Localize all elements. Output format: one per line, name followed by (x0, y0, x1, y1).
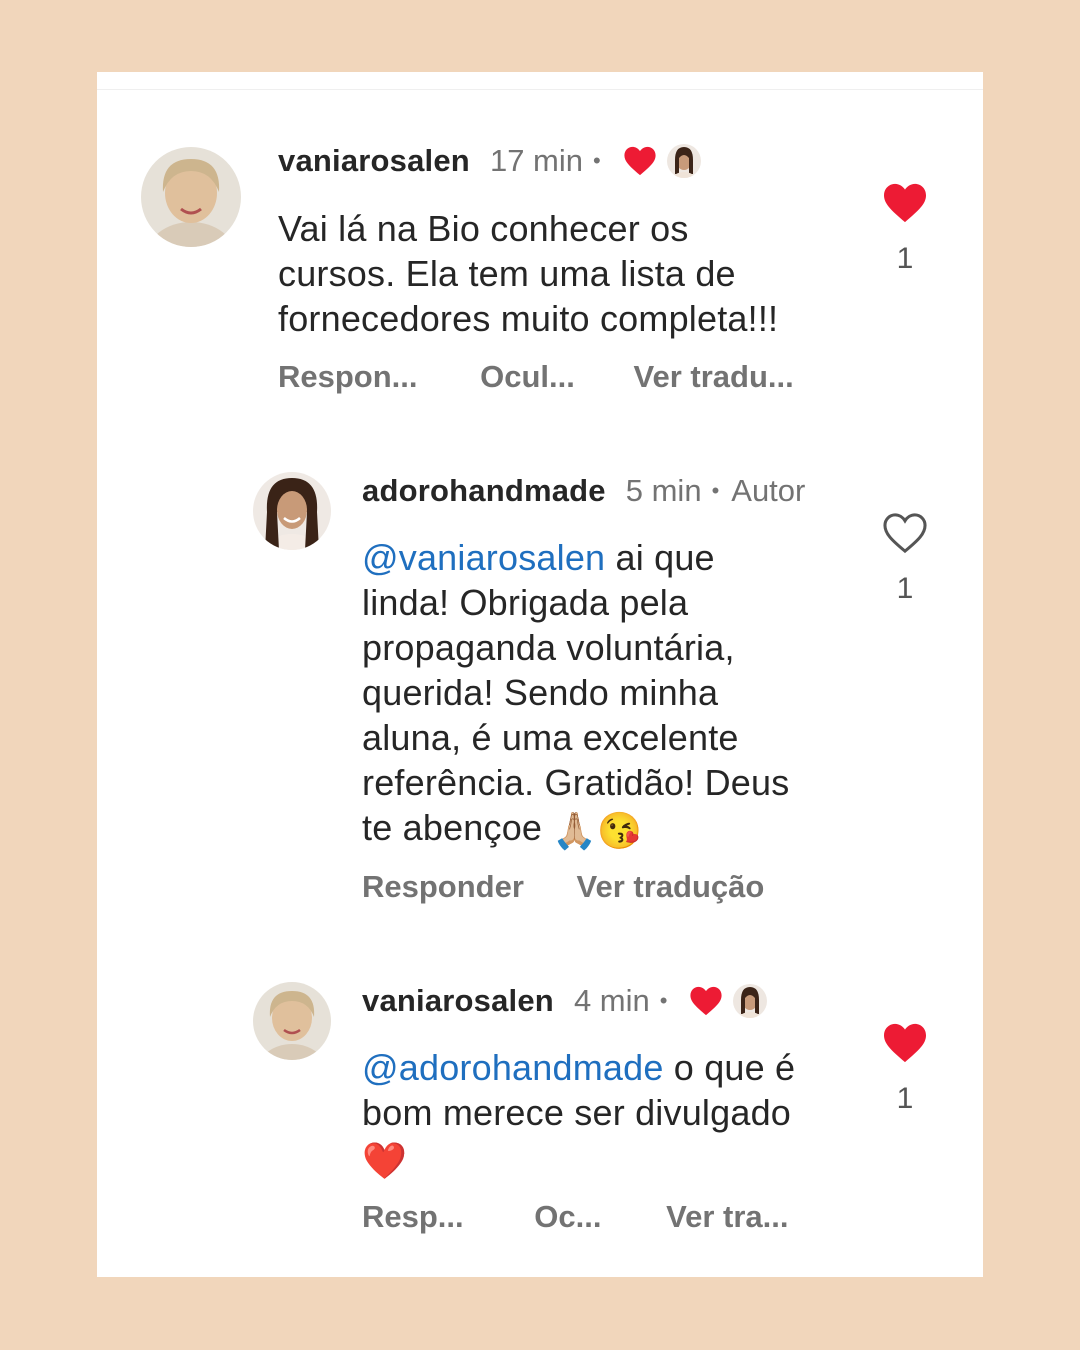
comment-line-text: ai que (615, 537, 715, 578)
timestamp: 4 min (573, 983, 650, 1018)
timestamp: 5 min (625, 473, 702, 508)
creator-liked-heart-icon (689, 985, 723, 1017)
timestamp: 17 min (489, 143, 583, 178)
comment-header: vaniarosalen 17 min • (278, 143, 701, 179)
comment-actions: Responder Ver tradução (362, 869, 764, 905)
see-translation-button[interactable]: Ver tra... (666, 1199, 788, 1235)
hide-button[interactable]: Ocul... (480, 359, 575, 395)
reply-button[interactable]: Respon... (278, 359, 418, 395)
comment-line: @adorohandmade o que é (362, 1045, 795, 1090)
comment-text: @adorohandmade o que é bom merece ser di… (362, 1045, 795, 1183)
comment-line: aluna, é uma excelente (362, 717, 739, 758)
comment-header: adorohandmade 5 min • Autor (362, 473, 805, 509)
creator-avatar (666, 144, 701, 178)
comment-line: ❤️ (362, 1135, 795, 1183)
heart-emoji: ❤️ (362, 1139, 408, 1181)
comment-line: te abençoe 🙏🏼😘 (362, 805, 789, 853)
avatar[interactable] (253, 982, 331, 1060)
comment-line: bom merece ser divulgado (362, 1092, 792, 1133)
comment-header: vaniarosalen 4 min • (362, 983, 768, 1019)
comment-actions: Resp... Oc... Ver tra... (362, 1199, 788, 1235)
comment-line-text: o que é (673, 1047, 796, 1088)
comments-card: vaniarosalen 17 min • Vai lá na Bio conh… (97, 72, 983, 1277)
comment-actions: Respon... Ocul... Ver tradu... (278, 359, 794, 395)
like-count: 1 (896, 242, 914, 275)
separator-dot: • (659, 988, 668, 1013)
divider (97, 89, 983, 90)
see-translation-button[interactable]: Ver tradu... (634, 359, 794, 395)
see-translation-button[interactable]: Ver tradução (577, 869, 765, 905)
hide-button[interactable]: Oc... (534, 1199, 601, 1235)
avatar[interactable] (141, 147, 241, 247)
creator-liked-heart-icon (623, 145, 657, 177)
comment-line: querida! Sendo minha (362, 672, 719, 713)
like-column: 1 (875, 182, 935, 276)
pray-kiss-emoji: 🙏🏼😘 (552, 809, 643, 851)
heart-filled-icon[interactable] (875, 1022, 935, 1064)
separator-dot: • (593, 148, 601, 173)
comment-line: @vaniarosalen ai que (362, 535, 789, 580)
comment-line-text: te abençoe (362, 807, 543, 848)
avatar[interactable] (253, 472, 331, 550)
like-count: 1 (896, 572, 914, 605)
username[interactable]: vaniarosalen (278, 143, 470, 179)
creator-avatar (733, 984, 768, 1018)
heart-filled-icon[interactable] (875, 182, 935, 224)
username[interactable]: vaniarosalen (362, 983, 554, 1019)
comment-line: linda! Obrigada pela (362, 582, 689, 623)
reply-button[interactable]: Resp... (362, 1199, 464, 1235)
comment-text: Vai lá na Bio conhecer os cursos. Ela te… (278, 206, 778, 341)
mention-link[interactable]: @adorohandmade (362, 1047, 664, 1088)
separator-dot: • (711, 478, 720, 503)
comment-line: Vai lá na Bio conhecer os (278, 208, 689, 249)
reply-button[interactable]: Responder (362, 869, 524, 905)
username[interactable]: adorohandmade (362, 473, 606, 509)
mention-link[interactable]: @vaniarosalen (362, 537, 605, 578)
comment-line: propaganda voluntária, (362, 627, 735, 668)
like-column: 1 (875, 512, 935, 606)
author-badge: Autor (731, 473, 806, 508)
like-count: 1 (896, 1082, 914, 1115)
heart-outline-icon[interactable] (875, 512, 935, 554)
comment-line: cursos. Ela tem uma lista de (278, 253, 736, 294)
comment-line: referência. Gratidão! Deus (362, 762, 790, 803)
like-column: 1 (875, 1022, 935, 1116)
comment-text: @vaniarosalen ai que linda! Obrigada pel… (362, 535, 789, 853)
comment-line: fornecedores muito completa!!! (278, 298, 779, 339)
